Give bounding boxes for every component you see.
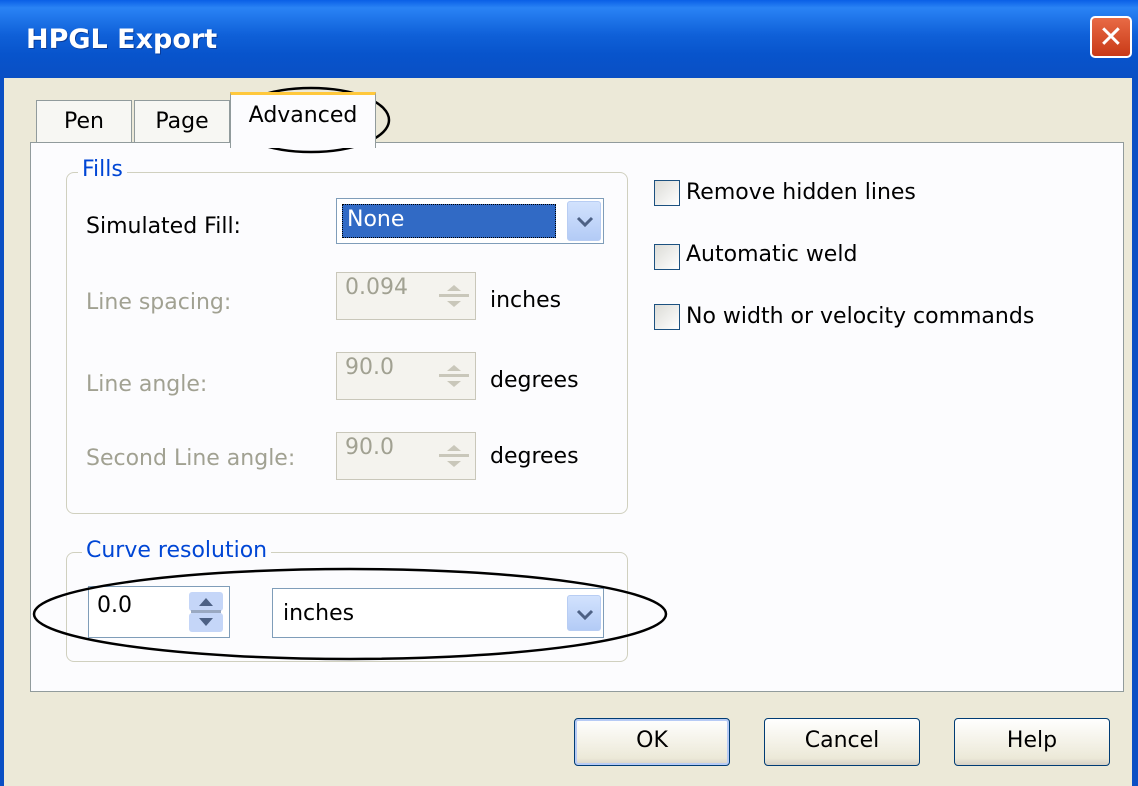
no-width-velocity-checkbox[interactable] — [654, 304, 680, 330]
tab-pen-label: Pen — [64, 109, 104, 134]
simulated-fill-value: None — [347, 207, 405, 232]
line-spacing-spinner[interactable]: 0.094 — [336, 272, 476, 320]
no-width-velocity-label: No width or velocity commands — [686, 304, 1035, 329]
ok-button-label: OK — [636, 728, 668, 753]
automatic-weld-checkbox[interactable] — [654, 244, 680, 270]
tab-page-label: Page — [155, 109, 209, 134]
close-button[interactable]: ✕ — [1090, 16, 1132, 58]
window-border-right — [1132, 78, 1138, 786]
line-angle-value: 90.0 — [345, 355, 394, 380]
curve-resolution-unit-dropdown[interactable]: inches — [272, 588, 604, 638]
tab-advanced[interactable]: Advanced — [230, 92, 376, 148]
chevron-down-icon — [576, 609, 594, 621]
chevron-down-icon — [576, 216, 594, 228]
line-angle-label: Line angle: — [86, 372, 208, 397]
spinner-arrows-icon — [439, 365, 469, 387]
curve-resolution-value: 0.0 — [97, 593, 132, 618]
hpgl-export-dialog: HPGL Export ✕ Pen Page Advanced Fills Si… — [0, 0, 1138, 786]
remove-hidden-lines-checkbox[interactable] — [654, 180, 680, 206]
close-icon: ✕ — [1098, 20, 1124, 55]
spinner-arrows-icon — [439, 445, 469, 467]
cancel-button-label: Cancel — [804, 728, 880, 753]
line-angle-unit: degrees — [490, 368, 579, 393]
second-line-angle-spin-buttons[interactable] — [437, 437, 471, 475]
line-spacing-value: 0.094 — [345, 275, 408, 300]
line-spacing-unit: inches — [490, 288, 562, 313]
fills-legend: Fills — [78, 157, 127, 182]
automatic-weld-label: Automatic weld — [686, 242, 858, 267]
line-spacing-label: Line spacing: — [86, 290, 232, 315]
window-title: HPGL Export — [26, 24, 218, 55]
cancel-button[interactable]: Cancel — [764, 718, 920, 766]
line-spacing-spin-buttons[interactable] — [437, 277, 471, 315]
window-border-left — [0, 78, 4, 786]
tab-advanced-label: Advanced — [248, 103, 358, 128]
simulated-fill-dropdown[interactable]: None — [336, 198, 604, 244]
simulated-fill-label: Simulated Fill: — [86, 214, 241, 239]
help-button[interactable]: Help — [954, 718, 1110, 766]
spinner-arrows-icon — [189, 592, 223, 632]
curve-resolution-unit-value: inches — [283, 601, 355, 626]
line-angle-spinner[interactable]: 90.0 — [336, 352, 476, 400]
second-line-angle-label: Second Line angle: — [86, 446, 296, 471]
curve-resolution-legend: Curve resolution — [82, 538, 272, 563]
curve-resolution-spinner[interactable]: 0.0 — [88, 586, 230, 638]
ok-button[interactable]: OK — [574, 718, 730, 766]
tab-pen[interactable]: Pen — [36, 100, 132, 144]
second-line-angle-spinner[interactable]: 90.0 — [336, 432, 476, 480]
line-angle-spin-buttons[interactable] — [437, 357, 471, 395]
spinner-arrows-icon — [439, 285, 469, 307]
simulated-fill-dropdown-arrow[interactable] — [567, 201, 601, 241]
second-line-angle-unit: degrees — [490, 444, 579, 469]
tab-page[interactable]: Page — [134, 100, 230, 144]
remove-hidden-lines-label: Remove hidden lines — [686, 180, 916, 205]
title-bar[interactable]: HPGL Export ✕ — [0, 0, 1138, 78]
second-line-angle-value: 90.0 — [345, 435, 394, 460]
curve-resolution-unit-dropdown-arrow[interactable] — [567, 595, 601, 631]
curve-resolution-spin-buttons[interactable] — [189, 592, 223, 633]
help-button-label: Help — [1006, 728, 1058, 753]
